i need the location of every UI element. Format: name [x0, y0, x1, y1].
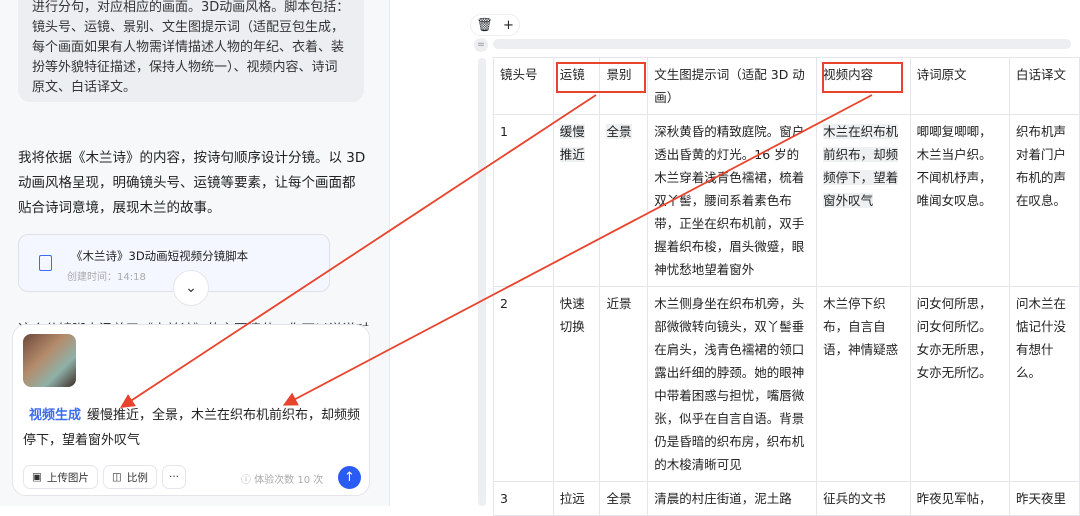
prompt-input[interactable]: 视频生成 缓慢推近，全景，木兰在织布机前织布，却频频停下，望着窗外叹气 [23, 403, 363, 453]
upload-image-button[interactable]: ▣ 上传图片 [23, 465, 98, 489]
cell: 织布机声对着门户布机的声在叹息。 [1009, 114, 1080, 287]
cell: 昨天夜里 [1009, 481, 1080, 516]
cell: 拉远 [552, 481, 601, 516]
cell: 唧唧复唧唧，木兰当户织。不闻机杼声，唯闻女叹息。 [909, 114, 1011, 287]
horizontal-scrollbar[interactable] [493, 39, 1071, 49]
ratio-label: 比例 [126, 471, 148, 484]
document-icon [39, 255, 52, 271]
document-created-time: 创建时间：14:18 [67, 272, 146, 283]
composer[interactable]: 视频生成 缓慢推近，全景，木兰在织布机前织布，却频频停下，望着窗外叹气 ▣ 上传图片… [12, 324, 370, 496]
cell: 深秋黄昏的精致庭院。窗户透出昏黄的灯光。16 岁的木兰穿着浅青色襦裙，梳着双丫髻… [647, 114, 818, 287]
arrow-up-icon: ↑ [344, 470, 355, 485]
chevron-down-icon: ⌄ [185, 280, 197, 296]
storyboard-table: 镜头号 运镜 景别 文生图提示词（适配 3D 动画） 视频内容 诗词原文 白话译… [493, 57, 1080, 516]
cell: 昨夜见军帖， [909, 481, 1011, 516]
more-icon: ··· [169, 471, 180, 483]
annotation-box-camera-scale [556, 62, 646, 93]
table-row: 3 拉远 全景 清晨的村庄街道，泥土路 征兵的文书 昨夜见军帖， 昨天夜里 [493, 481, 1080, 516]
cell: 木兰在织布机前织布，却频频停下，望着窗外叹气 [823, 124, 899, 208]
cell: 2 [493, 286, 554, 482]
upload-label: 上传图片 [46, 471, 89, 484]
cell: 1 [493, 114, 554, 287]
cell: 3 [493, 481, 554, 516]
more-button[interactable]: ··· [162, 465, 187, 489]
cell: 问木兰在惦记什没有想什么。 [1009, 286, 1080, 482]
cell: 全景 [599, 481, 649, 516]
cell: 缓慢推近 [559, 124, 585, 162]
table-toolbar: 🗑 + [470, 14, 520, 36]
cell: 近景 [599, 286, 649, 482]
trash-icon[interactable]: 🗑 [476, 18, 493, 33]
cell-wrap: 木兰在织布机前织布，却频频停下，望着窗外叹气 [816, 114, 911, 287]
header-prompt: 文生图提示词（适配 3D 动画） [647, 57, 818, 115]
cell: 全景 [606, 124, 632, 139]
chat-panel: 进行分句，对应相应的画面。3D动画风格。脚本包括：镜头号、运镜、景别、文生图提示… [0, 0, 390, 506]
quota-text: ⓘ 体验次数 10 次 [241, 475, 324, 486]
table-row: 2 快速切换 近景 木兰侧身坐在织布机旁，头部微微转向镜头，双丫髻垂在肩头，浅青… [493, 286, 1080, 482]
header-translation: 白话译文 [1009, 57, 1080, 115]
send-button[interactable]: ↑ [338, 466, 361, 489]
user-message: 进行分句，对应相应的画面。3D动画风格。脚本包括：镜头号、运镜、景别、文生图提示… [18, 0, 364, 102]
scroll-down-button[interactable]: ⌄ [173, 270, 209, 306]
cell: 木兰侧身坐在织布机旁，头部微微转向镜头，双丫髻垂在肩头，浅青色襦裙的领口露出纤细… [647, 286, 818, 482]
cell-wrap: 全景 [599, 114, 649, 287]
document-title: 《木兰诗》3D动画短视频分镜脚本 [71, 249, 249, 263]
cell: 快速切换 [552, 286, 601, 482]
cell: 征兵的文书 [816, 481, 911, 516]
ratio-button[interactable]: ◫ 比例 [103, 465, 157, 489]
annotation-box-video [822, 62, 903, 93]
plus-icon[interactable]: + [503, 18, 514, 33]
header-poem: 诗词原文 [909, 57, 1011, 115]
assistant-reply: 我将依据《木兰诗》的内容，按诗句顺序设计分镜。以 3D 动画风格呈现，明确镜头号… [18, 150, 366, 216]
cell: 木兰停下织布，自言自语，神情疑惑 [816, 286, 911, 482]
drag-handle[interactable]: = [474, 38, 488, 52]
table-row: 1 缓慢推近 全景 深秋黄昏的精致庭院。窗户透出昏黄的灯光。16 岁的木兰穿着浅… [493, 114, 1080, 287]
cell-wrap: 缓慢推近 [552, 114, 601, 287]
header-shot: 镜头号 [493, 57, 554, 115]
image-icon: ▣ [32, 471, 42, 483]
cell: 清晨的村庄街道，泥土路 [647, 481, 818, 516]
reference-image-thumbnail[interactable] [23, 334, 76, 387]
ratio-icon: ◫ [112, 471, 122, 483]
cell: 问女何所思，问女何所忆。女亦无所思，女亦无所忆。 [909, 286, 1011, 482]
row-handle-bar[interactable] [478, 58, 486, 506]
mode-tag[interactable]: 视频生成 [29, 408, 81, 423]
